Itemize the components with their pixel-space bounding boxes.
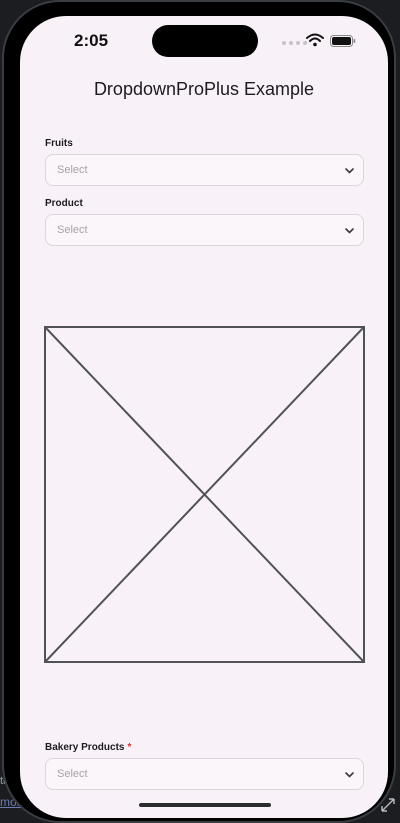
phone-screen: 2:05 DropdownProPlus Example Fruits Sele… bbox=[20, 16, 388, 818]
bakery-products-dropdown[interactable]: Select bbox=[45, 758, 364, 790]
product-dropdown[interactable]: Select bbox=[45, 214, 364, 246]
bakery-products-dropdown-placeholder: Select bbox=[57, 768, 88, 780]
cellular-signal-icon bbox=[282, 41, 307, 45]
status-bar-time: 2:05 bbox=[74, 31, 109, 50]
app-title: DropdownProPlus Example bbox=[93, 79, 315, 99]
chevron-down-icon bbox=[345, 228, 354, 234]
fruits-dropdown-placeholder: Select bbox=[57, 164, 88, 176]
dynamic-island bbox=[152, 25, 258, 57]
wifi-icon bbox=[306, 33, 324, 47]
chevron-down-icon bbox=[345, 168, 354, 174]
required-indicator: * bbox=[127, 742, 132, 753]
bakery-products-label: Bakery Products * bbox=[45, 742, 131, 753]
product-dropdown-placeholder: Select bbox=[57, 224, 88, 236]
bakery-products-label-text: Bakery Products bbox=[45, 742, 125, 753]
phone-frame: 2:05 DropdownProPlus Example Fruits Sele… bbox=[2, 0, 396, 823]
fruits-label-text: Fruits bbox=[45, 138, 73, 149]
battery-icon bbox=[330, 35, 356, 47]
chevron-down-icon bbox=[345, 772, 354, 778]
product-label-text: Product bbox=[45, 198, 83, 209]
fruits-label: Fruits bbox=[45, 138, 73, 149]
fruits-dropdown[interactable]: Select bbox=[45, 154, 364, 186]
product-label: Product bbox=[45, 198, 83, 209]
image-placeholder-icon bbox=[44, 326, 365, 663]
home-indicator[interactable] bbox=[139, 803, 271, 807]
